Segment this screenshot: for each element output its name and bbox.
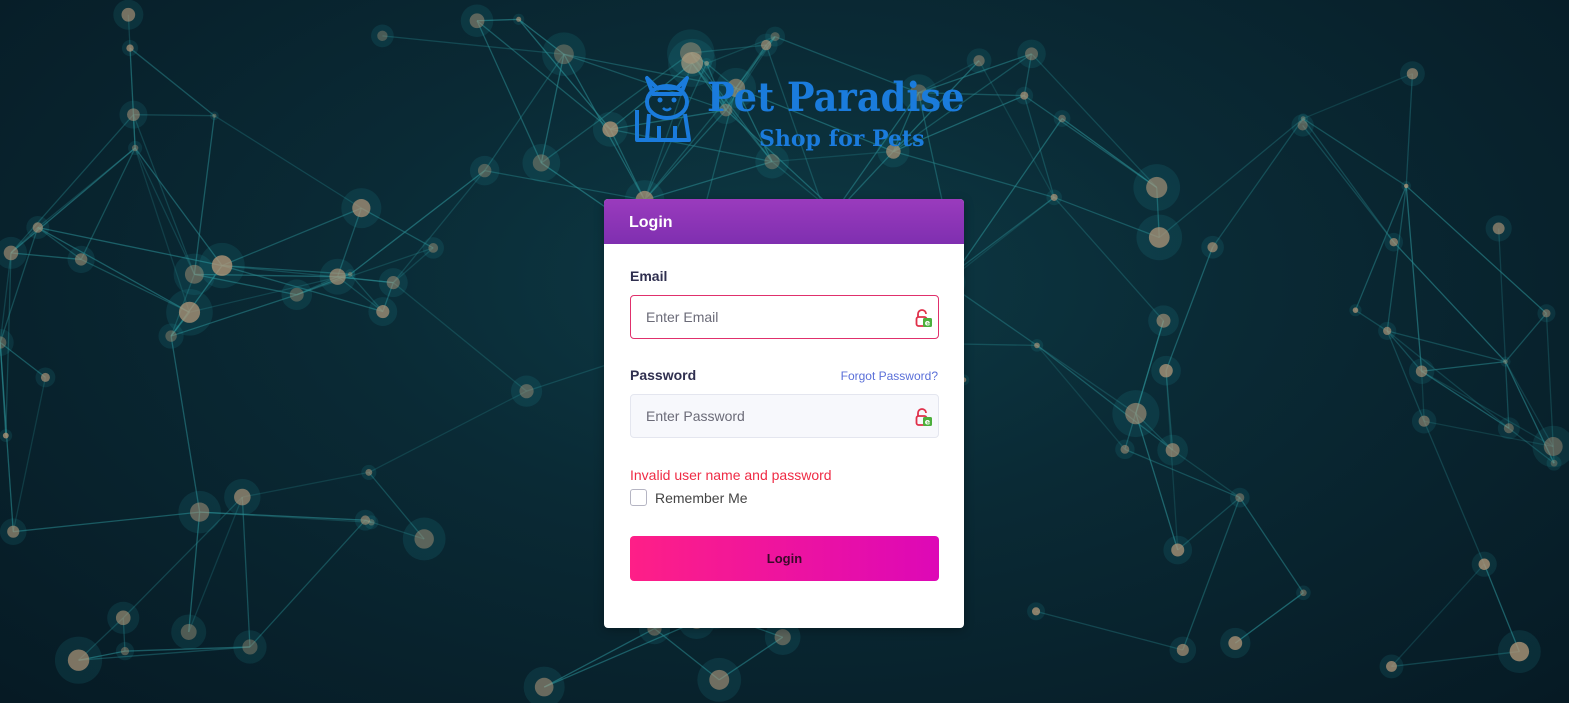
email-label: Email [630, 268, 668, 284]
svg-text:e: e [925, 319, 931, 328]
svg-text:e: e [925, 418, 931, 427]
card-header: Login [604, 199, 964, 244]
login-button[interactable]: Login [630, 536, 939, 581]
remember-me: Remember Me [630, 489, 748, 506]
password-manager-icon[interactable]: e [915, 308, 933, 328]
brand-logo: Pet Paradise Shop for Pets [633, 70, 965, 160]
password-manager-icon[interactable]: e [915, 407, 933, 427]
remember-me-label: Remember Me [655, 489, 748, 506]
brand-title: Pet Paradise [707, 74, 965, 121]
password-field[interactable] [631, 395, 891, 437]
login-error-message: Invalid user name and password [630, 467, 832, 483]
login-card: Login Email e Password Forgot Password? … [604, 199, 964, 628]
password-field-wrapper: e [630, 394, 939, 438]
email-field-wrapper: e [630, 295, 939, 339]
password-label: Password [630, 367, 697, 383]
remember-me-checkbox[interactable] [630, 489, 647, 506]
dog-icon [635, 76, 691, 142]
brand-subtitle: Shop for Pets [759, 126, 925, 152]
email-field[interactable] [631, 296, 891, 338]
forgot-password-link[interactable]: Forgot Password? [841, 369, 938, 383]
